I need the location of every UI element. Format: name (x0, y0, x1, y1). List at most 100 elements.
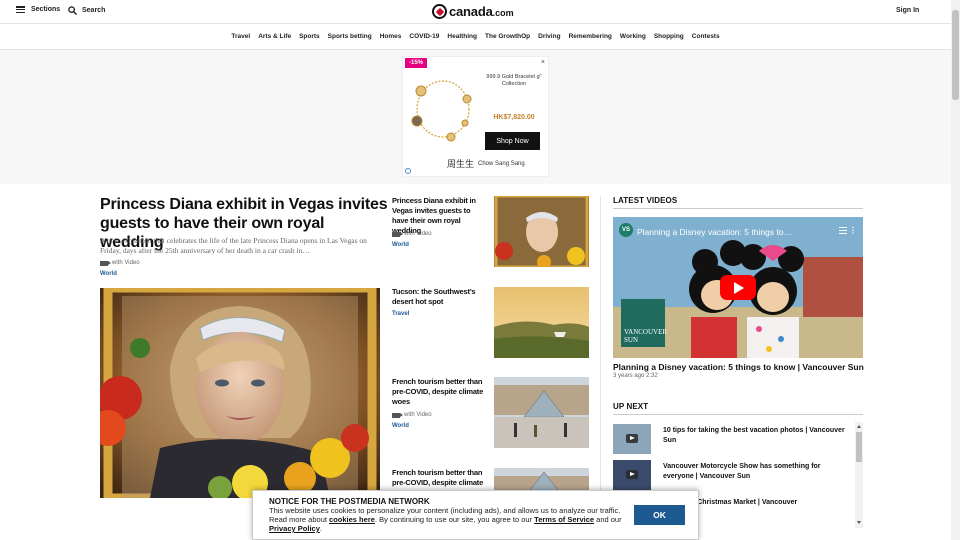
up-next-heading: UP NEXT (613, 402, 649, 411)
more-options-icon[interactable]: ⋮ (849, 226, 857, 235)
cookie-notice: NOTICE FOR THE POSTMEDIA NETWORK This we… (252, 490, 699, 540)
nav-item-sports[interactable]: Sports (299, 33, 320, 40)
feature-video-tag: with Video (100, 260, 140, 266)
story-video-tag: with Video (392, 231, 432, 237)
up-next-title[interactable]: Vancouver Motorcycle Show has something … (663, 462, 848, 482)
heading-divider (613, 208, 863, 209)
play-icon (626, 470, 638, 479)
nav-item-remembering[interactable]: Remembering (569, 33, 612, 40)
brand-chinese: 周生生 (447, 160, 475, 170)
cookies-link[interactable]: cookies here (329, 515, 375, 524)
ad-title: 999.9 Gold Bracelet g" Collection (486, 74, 542, 87)
play-button[interactable] (720, 275, 756, 300)
scroll-up-arrow-icon[interactable] (857, 425, 861, 428)
story-video-tag: with Video (392, 412, 432, 418)
scroll-down-arrow-icon[interactable] (857, 521, 861, 524)
notice-body: This website uses cookies to personalize… (269, 506, 629, 533)
nav-item-travel[interactable]: Travel (231, 33, 250, 40)
bracelet-image (411, 80, 472, 142)
ad-info-icon[interactable] (405, 168, 411, 174)
privacy-link[interactable]: Privacy Policy (269, 524, 320, 533)
ok-button[interactable]: OK (634, 505, 685, 525)
sections-button[interactable]: Sections (16, 6, 60, 13)
nav-item-working[interactable]: Working (620, 33, 646, 40)
terms-link[interactable]: Terms of Service (534, 515, 594, 524)
video-player-title[interactable]: Planning a Disney vacation: 5 things to… (637, 227, 792, 237)
nav-item-shopping[interactable]: Shopping (654, 33, 684, 40)
video-thumbnail[interactable] (613, 460, 651, 490)
nav-item-contests[interactable]: Contests (692, 33, 720, 40)
channel-avatar[interactable]: VS (619, 223, 633, 237)
logo-line-2: SUN (624, 336, 639, 344)
latest-videos-heading: LATEST VIDEOS (613, 196, 678, 205)
story-card[interactable]: Princess Diana exhibit in Vegas invites … (392, 196, 589, 268)
diana-portrait (100, 288, 380, 498)
nav-item-covid[interactable]: COVID-19 (409, 33, 439, 40)
story-category[interactable]: Travel (392, 311, 409, 317)
story-title[interactable]: French tourism better than pre-COVID, de… (392, 377, 488, 407)
brand-english: Chow Sang Sang (478, 160, 525, 167)
playlist-icon[interactable] (839, 227, 847, 234)
video-player[interactable]: VS Planning a Disney vacation: 5 things … (613, 217, 863, 358)
nav-item-sports-betting[interactable]: Sports betting (328, 33, 372, 40)
feature-video-label: with Video (112, 260, 140, 266)
notice-text: . (319, 524, 322, 533)
discount-badge: -15% (405, 58, 428, 68)
story-video-label: with Video (404, 231, 432, 237)
story-category[interactable]: World (392, 242, 409, 248)
diana-thumbnail (494, 196, 589, 267)
display-ad[interactable]: -15% × 999.9 Gold Bracelet g" Collection… (402, 56, 549, 177)
ad-price: HK$7,820.00 (493, 114, 535, 121)
story-title[interactable]: French tourism better than pre-COVID, de… (392, 468, 488, 488)
search-label: Search (82, 7, 106, 14)
nav-item-driving[interactable]: Driving (538, 33, 560, 40)
desert-thumbnail (494, 287, 589, 358)
site-logo[interactable]: canada .com (432, 3, 514, 20)
column-divider (600, 196, 601, 540)
story-card[interactable]: French tourism better than pre-COVID, de… (392, 377, 589, 449)
main-nav: Travel Arts & Life Sports Sports betting… (0, 24, 951, 50)
shop-now-button[interactable]: Shop Now (485, 132, 540, 150)
up-next-title[interactable]: 10 tips for taking the best vacation pho… (663, 426, 848, 446)
search-button[interactable]: Search (68, 6, 105, 15)
feature-category[interactable]: World (100, 271, 117, 277)
video-caption[interactable]: Planning a Disney vacation: 5 things to … (613, 362, 873, 373)
logo-suffix: .com (492, 8, 514, 18)
feature-image[interactable] (100, 288, 380, 498)
video-camera-icon (392, 231, 403, 237)
sign-in-link[interactable]: Sign In (896, 7, 919, 14)
heading-divider (613, 414, 863, 415)
story-title[interactable]: Tucson: the Southwest’s desert hot spot (392, 287, 488, 307)
story-title[interactable]: Princess Diana exhibit in Vegas invites … (392, 196, 488, 236)
story-category[interactable]: World (392, 423, 409, 429)
top-bar: Sections Search canada .com Sign In (0, 0, 951, 24)
nav-item-homes[interactable]: Homes (380, 33, 402, 40)
video-thumbnail[interactable] (613, 424, 651, 454)
sections-label: Sections (31, 6, 61, 13)
notice-title: NOTICE FOR THE POSTMEDIA NETWORK (269, 497, 430, 506)
up-next-item[interactable]: 10 tips for taking the best vacation pho… (613, 424, 853, 456)
nav-item-arts-life[interactable]: Arts & Life (258, 33, 291, 40)
video-camera-icon (100, 260, 111, 266)
nav-item-growthop[interactable]: The GrowthOp (485, 33, 530, 40)
vancouver-sun-logo: VANCOUVER SUN (621, 299, 668, 347)
ad-close-icon[interactable]: × (541, 59, 545, 66)
story-thumbnail[interactable] (494, 287, 589, 358)
nav-item-healthing[interactable]: Healthing (447, 33, 477, 40)
search-icon (68, 6, 77, 15)
page: Sections Search canada .com Sign In Trav… (0, 0, 960, 540)
video-meta: 3 years ago 2:32 (613, 373, 658, 379)
story-thumbnail[interactable] (494, 377, 589, 448)
up-next-scroll-thumb[interactable] (856, 432, 862, 462)
logo-line-1: VANCOUVER (624, 328, 668, 336)
louvre-thumbnail (494, 377, 589, 448)
story-card[interactable]: Tucson: the Southwest’s desert hot spot … (392, 287, 589, 359)
play-icon (626, 434, 638, 443)
story-thumbnail[interactable] (494, 196, 589, 267)
video-camera-icon (392, 412, 403, 418)
notice-text: and our (594, 515, 622, 524)
up-next-item[interactable]: Vancouver Motorcycle Show has something … (613, 460, 853, 492)
feature-description: A new exhibition that celebrates the lif… (100, 236, 367, 255)
maple-leaf-icon (432, 4, 447, 19)
page-scroll-thumb[interactable] (952, 10, 959, 100)
